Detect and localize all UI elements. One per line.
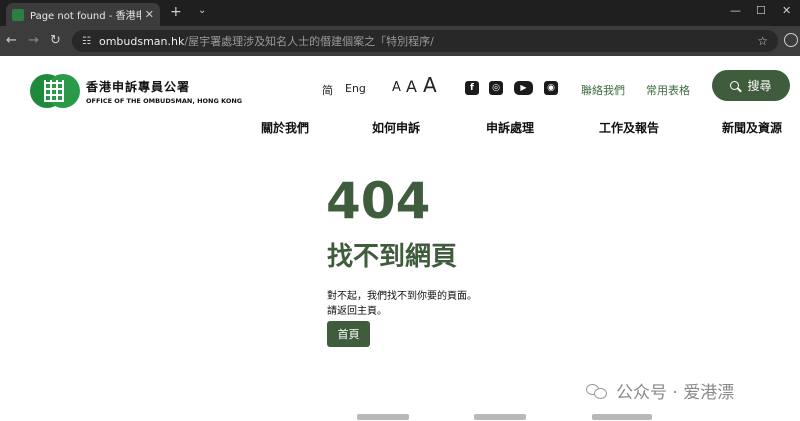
footer-link-cutoff	[592, 414, 652, 420]
youtube-icon[interactable]: ▶	[514, 81, 533, 95]
lang-english-link[interactable]: Eng	[345, 82, 366, 95]
url-path: /屋宇署處理涉及知名人士的僭建個案之「特別程序/	[184, 35, 434, 48]
back-arrow-icon[interactable]: ←	[6, 33, 17, 48]
nav-complaint-handling[interactable]: 申訴處理	[486, 119, 534, 136]
forward-arrow-icon[interactable]: →	[28, 33, 39, 48]
logo-name-zh: 香港申訴專員公署	[86, 79, 191, 94]
font-size-large-button[interactable]: A	[423, 73, 437, 97]
tab-close-icon[interactable]: ✕	[145, 8, 154, 21]
instagram-icon[interactable]: ◎	[489, 81, 503, 95]
nav-work-and-reports[interactable]: 工作及報告	[599, 119, 659, 136]
footer-link-cutoff	[357, 414, 409, 420]
wechat-icon	[586, 382, 608, 400]
maximize-icon[interactable]: ☐	[756, 4, 766, 17]
font-size-medium-button[interactable]: A	[406, 77, 417, 96]
url-host: ombudsman.hk	[98, 34, 185, 48]
minimize-icon[interactable]: —	[730, 4, 741, 17]
browser-tab[interactable]: Page not found - 香港申訴專員公 ✕	[6, 3, 160, 26]
facebook-icon[interactable]: f	[465, 81, 479, 95]
home-button[interactable]: 首頁	[327, 321, 370, 347]
search-button[interactable]: 搜尋	[712, 70, 790, 101]
nav-how-to-complain[interactable]: 如何申訴	[372, 119, 420, 136]
address-bar[interactable]: ☷ ombudsman.hk /屋宇署處理涉及知名人士的僭建個案之「特別程序/ …	[72, 30, 778, 52]
logo-name-en: OFFICE OF THE OMBUDSMAN, HONG KONG	[86, 96, 243, 105]
search-icon	[730, 81, 740, 90]
reload-icon[interactable]: ↻	[50, 33, 61, 48]
watermark-text: 公众号 · 爱港漂	[616, 383, 735, 403]
lang-simplified-chinese-link[interactable]: 简	[322, 82, 333, 98]
footer-link-cutoff	[474, 414, 526, 420]
tab-search-chevron-icon[interactable]: ⌄	[198, 5, 206, 16]
search-button-label: 搜尋	[747, 79, 772, 93]
tab-title: Page not found - 香港申訴專員公	[30, 11, 141, 22]
nav-news-and-resources[interactable]: 新聞及資源	[722, 119, 782, 136]
error-code: 404	[326, 172, 431, 230]
font-size-small-button[interactable]: A	[392, 80, 401, 95]
error-title: 找不到網頁	[327, 242, 458, 272]
nav-about-us[interactable]: 關於我們	[261, 119, 309, 136]
contact-us-link[interactable]: 聯絡我們	[581, 82, 625, 98]
browser-toolbar: ← → ↻ ☷ ombudsman.hk /屋宇署處理涉及知名人士的僭建個案之「…	[0, 26, 800, 56]
profile-avatar-icon[interactable]	[784, 33, 798, 47]
rss-icon[interactable]: ◉	[544, 81, 558, 95]
ombudsman-emblem-icon	[30, 74, 80, 108]
bookmark-star-icon[interactable]: ☆	[757, 34, 768, 48]
browser-tabstrip: Page not found - 香港申訴專員公 ✕ + ⌄ — ☐ ✕	[0, 0, 800, 26]
new-tab-button[interactable]: +	[170, 4, 182, 20]
site-info-icon[interactable]: ☷	[82, 36, 91, 47]
common-forms-link[interactable]: 常用表格	[646, 82, 690, 98]
error-message: 對不起，我們找不到你要的頁面。	[327, 291, 477, 302]
site-favicon-icon	[12, 8, 24, 21]
window-close-icon[interactable]: ✕	[782, 4, 791, 17]
wechat-watermark: 公众号 · 爱港漂	[586, 378, 734, 403]
error-message-return: 請返回主頁。	[327, 306, 387, 317]
site-logo[interactable]: 香港申訴專員公署 OFFICE OF THE OMBUDSMAN, HONG K…	[30, 74, 242, 108]
